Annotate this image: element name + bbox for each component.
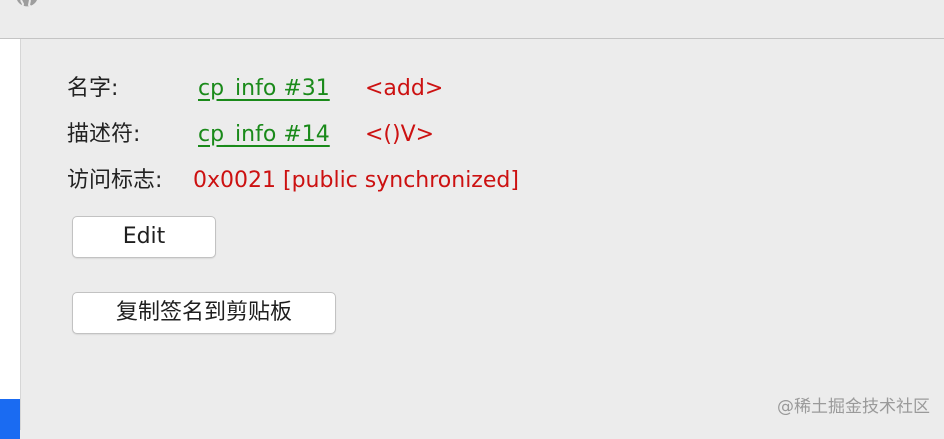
name-cp-info-link[interactable]: cp_info #31 <box>198 74 330 104</box>
access-flags-label: 访问标志: <box>67 168 163 193</box>
watermark: @稀土掘金技术社区 <box>777 397 930 417</box>
name-value: <add> <box>365 76 444 101</box>
descriptor-row: 描述符: <box>67 120 140 150</box>
name-label: 名字: <box>67 76 119 101</box>
copy-signature-button[interactable]: 复制签名到剪贴板 <box>72 292 336 334</box>
toolbar <box>0 0 944 39</box>
access-flags-row: 访问标志: <box>67 166 162 196</box>
globe-icon[interactable] <box>14 0 40 22</box>
tree-pane[interactable] <box>0 39 21 439</box>
access-flags-value: 0x0021 [public synchronized] <box>193 168 519 193</box>
selected-tree-item[interactable] <box>0 399 20 439</box>
name-row: 名字: <box>67 74 118 104</box>
descriptor-cp-info-link[interactable]: cp_info #14 <box>198 120 330 150</box>
edit-button[interactable]: Edit <box>72 216 216 258</box>
descriptor-value: <()V> <box>365 122 435 147</box>
descriptor-label: 描述符: <box>67 122 141 147</box>
